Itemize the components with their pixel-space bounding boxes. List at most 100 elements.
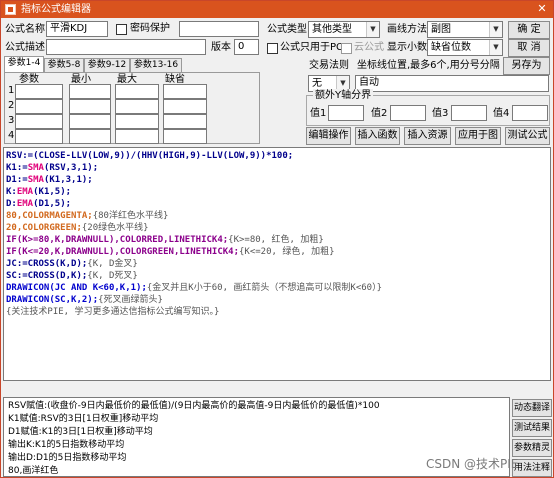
param-default-input[interactable] <box>163 99 207 114</box>
code-token: {80洋红色水平线} <box>92 211 169 221</box>
explanation-line: K1赋值:RSV的3日[1日权重]移动平均 <box>8 414 159 424</box>
tab-params-13-16[interactable]: 参数13-16 <box>130 58 182 73</box>
watermark: CSDN @技术PIE <box>426 457 519 471</box>
param-name-input[interactable] <box>15 84 63 99</box>
param-min-input[interactable] <box>69 99 111 114</box>
param-default-input[interactable] <box>163 84 207 99</box>
splitter[interactable] <box>3 382 551 396</box>
code-token: 80,COLORMAGENTA; <box>6 211 93 221</box>
chevron-down-icon: ▼ <box>489 22 502 37</box>
y-value-1-input[interactable] <box>328 105 364 121</box>
code-line: D1:=SMA(K1,3,1); <box>6 174 93 186</box>
edit-operation-button[interactable]: 编辑操作 <box>306 127 351 145</box>
password-label: 密码保护 <box>130 23 170 34</box>
param-row-number: 3 <box>8 115 15 126</box>
param-name-input[interactable] <box>15 114 63 129</box>
explanation-line: 输出D:D1的5日指数移动平均 <box>8 453 127 463</box>
param-row-number: 1 <box>8 85 15 96</box>
code-token: DRAWICON(SC,K,2); <box>6 295 99 305</box>
explanation-line: RSV赋值:(收盘价-9日内最低价的最低值)/(9日内最高价的最高值-9日内最低… <box>8 401 380 411</box>
chevron-down-icon: ▼ <box>489 40 502 55</box>
pc-only-label: 公式只用于PC <box>280 42 344 53</box>
y-value-2-input[interactable] <box>390 105 426 121</box>
code-line: SC:=CROSS(D,K);{K, D死叉} <box>6 270 138 282</box>
draw-method-select[interactable]: 副图 ▼ <box>427 21 503 38</box>
password-checkbox[interactable] <box>116 24 127 35</box>
insert-function-button[interactable]: 插入函数 <box>355 127 400 145</box>
code-token: IF(K<=20,K,DRAWNULL),COLORGREEN,LINETHIC… <box>6 247 239 257</box>
explanation-line: D1赋值:K1的3日[1日权重]移动平均 <box>8 427 153 437</box>
close-icon[interactable]: ✕ <box>534 2 550 16</box>
code-token: EMA <box>16 199 34 209</box>
test-result-button[interactable]: 测试结果 <box>512 419 552 437</box>
param-default-input[interactable] <box>163 114 207 129</box>
version-input[interactable]: 0 <box>234 39 259 55</box>
param-default-input[interactable] <box>163 129 207 144</box>
param-row-number: 4 <box>8 130 15 141</box>
code-line: DRAWICON(JC AND K<60,K,1);{金叉并且K小于60, 画红… <box>6 282 382 294</box>
cloud-formula-label: 云公式 <box>354 42 384 53</box>
param-min-input[interactable] <box>69 114 111 129</box>
save-as-button[interactable]: 另存为 <box>503 57 550 75</box>
param-max-input[interactable] <box>115 84 159 99</box>
code-token: {金叉并且K小于60, 画红箭头（不想追高可以限制K<60）} <box>146 283 382 293</box>
formula-desc-input[interactable] <box>46 39 206 55</box>
param-name-input[interactable] <box>15 129 63 144</box>
y-value-1-label: 值1 <box>310 108 327 119</box>
formula-name-label: 公式名称 <box>5 24 45 35</box>
param-name-input[interactable] <box>15 99 63 114</box>
code-token: (K1,5); <box>33 187 72 197</box>
insert-resource-button[interactable]: 插入资源 <box>404 127 451 145</box>
password-input[interactable] <box>179 21 259 37</box>
tab-params-5-8[interactable]: 参数5-8 <box>44 58 84 73</box>
code-token: SMA <box>27 163 44 173</box>
y-value-3-input[interactable] <box>451 105 487 121</box>
code-line: D:EMA(D1,5); <box>6 198 71 210</box>
formula-type-label: 公式类型 <box>267 24 307 35</box>
param-max-input[interactable] <box>115 114 159 129</box>
decimals-value: 缺省位数 <box>431 42 471 53</box>
param-max-input[interactable] <box>115 129 159 144</box>
formula-code-editor[interactable]: RSV:=(CLOSE-LLV(LOW,9))/(HHV(HIGH,9)-LLV… <box>3 147 551 381</box>
formula-name-input[interactable]: 平滑KDJ <box>46 21 108 37</box>
y-value-3-label: 值3 <box>432 108 449 119</box>
apply-to-chart-button[interactable]: 应用于图 <box>455 127 501 145</box>
code-line: IF(K>=80,K,DRAWNULL),COLORRED,LINETHICK4… <box>6 234 324 246</box>
coord-line-input[interactable]: 自动 <box>355 75 549 92</box>
param-min-input[interactable] <box>69 129 111 144</box>
code-token: D1:= <box>6 175 28 185</box>
code-token: {死叉画绿箭头} <box>98 295 163 305</box>
param-row-number: 2 <box>8 100 15 111</box>
code-token: JC:=CROSS(K,D); <box>6 259 88 269</box>
code-token: {关注技术PIE, 学习更多通达信指标公式编写知识。} <box>6 307 220 317</box>
draw-method-label: 画线方法 <box>387 24 427 35</box>
explanation-line: 80,画洋红色 <box>8 466 59 476</box>
decimals-select[interactable]: 缺省位数 ▼ <box>427 39 503 56</box>
decimals-label: 显示小数 <box>387 42 427 53</box>
y-value-4-label: 值4 <box>493 108 510 119</box>
param-max-input[interactable] <box>115 99 159 114</box>
formula-desc-label: 公式描述 <box>5 42 45 53</box>
tab-params-1-4[interactable]: 参数1-4 <box>4 56 44 73</box>
cloud-formula-checkbox[interactable] <box>341 43 352 54</box>
pc-only-checkbox[interactable] <box>267 43 278 54</box>
y-value-4-input[interactable] <box>512 105 548 121</box>
code-token: K1:= <box>6 163 28 173</box>
param-wizard-button[interactable]: 参数精灵 <box>512 439 552 457</box>
code-line: IF(K<=20,K,DRAWNULL),COLORGREEN,LINETHIC… <box>6 246 335 258</box>
ok-button[interactable]: 确 定 <box>508 21 550 39</box>
code-token: D: <box>6 199 17 209</box>
code-token: K: <box>6 187 17 197</box>
code-token: (K1,3,1); <box>43 175 93 185</box>
y-value-2-label: 值2 <box>371 108 388 119</box>
formula-type-select[interactable]: 其他类型 ▼ <box>308 21 380 38</box>
tab-params-9-12[interactable]: 参数9-12 <box>84 58 130 73</box>
code-token: {K, D金叉} <box>87 259 138 269</box>
code-token: (D1,5); <box>33 199 72 209</box>
test-formula-button[interactable]: 测试公式 <box>505 127 550 145</box>
cancel-button[interactable]: 取 消 <box>508 39 550 57</box>
code-token: SMA <box>27 175 44 185</box>
param-min-input[interactable] <box>69 84 111 99</box>
code-token: SC:=CROSS(D,K); <box>6 271 88 281</box>
dynamic-translate-button[interactable]: 动态翻译 <box>512 399 552 417</box>
